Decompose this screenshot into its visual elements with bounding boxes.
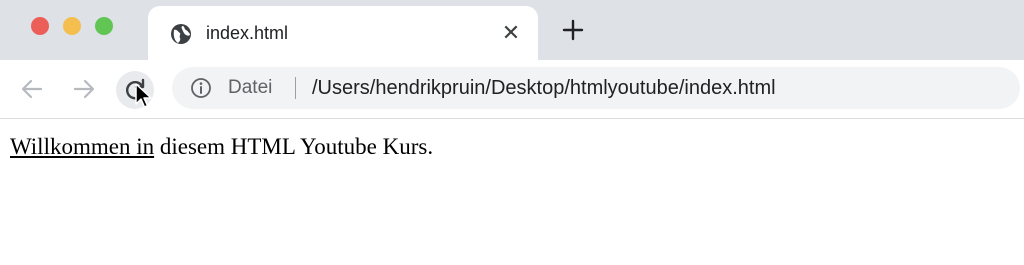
browser-title-bar: index.html ✕	[0, 0, 1024, 60]
globe-icon	[171, 24, 191, 44]
underlined-text: Willkommen in	[10, 134, 155, 159]
scheme-label: Datei	[228, 77, 273, 98]
tab-close-icon[interactable]: ✕	[498, 20, 524, 46]
zoom-window-button[interactable]	[95, 17, 113, 35]
mouse-cursor-icon	[135, 83, 152, 108]
page-content: Willkommen in diesem HTML Youtube Kurs.	[10, 132, 433, 162]
url-text[interactable]: /Users/hendrikpruin/Desktop/htmlyoutube/…	[312, 76, 776, 100]
body-text: diesem HTML Youtube Kurs.	[154, 134, 434, 159]
minimize-window-button[interactable]	[63, 17, 81, 35]
tab-title: index.html	[206, 23, 289, 43]
info-icon[interactable]	[190, 77, 212, 99]
arrow-right-icon[interactable]	[70, 75, 98, 103]
plus-icon[interactable]	[560, 17, 586, 43]
close-window-button[interactable]	[31, 17, 49, 35]
address-bar[interactable]: Datei /Users/hendrikpruin/Desktop/htmlyo…	[172, 67, 1020, 109]
divider	[295, 77, 296, 99]
tab-index-html[interactable]: index.html ✕	[148, 6, 538, 60]
arrow-left-icon[interactable]	[18, 75, 46, 103]
